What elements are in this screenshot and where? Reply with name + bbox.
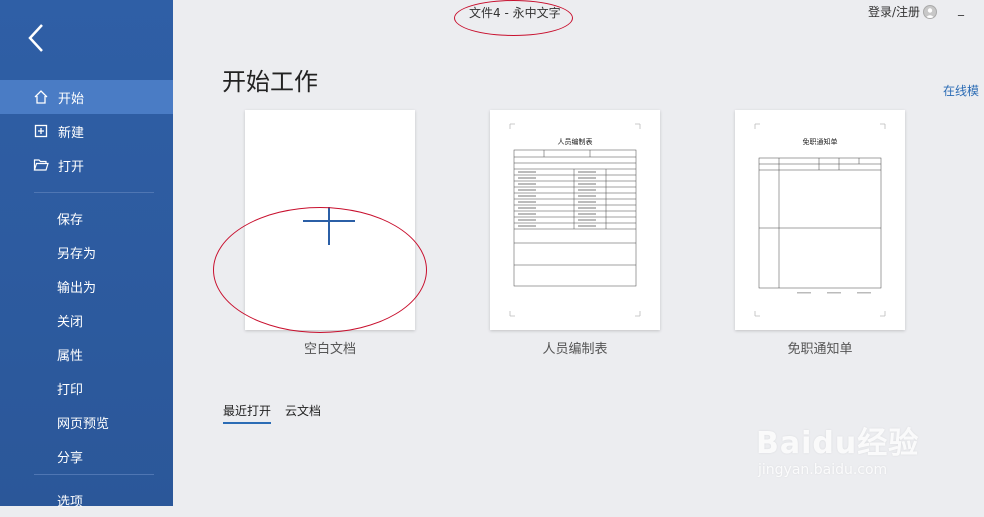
window-title: 文件4 - 永中文字 <box>469 6 561 20</box>
document-thumbnail: 人员编制表 <box>509 123 641 317</box>
plus-icon <box>303 207 355 245</box>
doc-title: 人员编制表 <box>558 137 593 146</box>
sidebar-item-label: 另存为 <box>57 246 97 262</box>
sidebar-item-options[interactable]: 选项 <box>0 483 230 517</box>
template-card-staffing-table[interactable]: 人员编制表 <box>490 110 660 330</box>
sidebar-item-label: 网页预览 <box>57 416 110 432</box>
watermark-brand: Baidu经验 <box>756 426 920 461</box>
back-arrow-icon[interactable] <box>22 20 54 56</box>
template-label: 人员编制表 <box>542 342 608 357</box>
sidebar-item-start[interactable]: 开始 <box>0 80 173 114</box>
sidebar-item-label: 开始 <box>58 91 85 107</box>
document-thumbnail: 免职通知单 <box>754 123 886 317</box>
sidebar-item-label: 打开 <box>58 159 85 175</box>
sidebar-item-label: 保存 <box>57 212 84 228</box>
sidebar-item-export[interactable]: 输出为 <box>0 269 230 303</box>
sidebar-item-print[interactable]: 打印 <box>0 371 230 405</box>
sidebar-item-label: 分享 <box>57 450 84 466</box>
tab-cloud-docs[interactable]: 云文档 <box>285 402 321 424</box>
sidebar-item-save-as[interactable]: 另存为 <box>0 235 230 269</box>
watermark: Baidu经验 jingyan.baidu.com <box>756 418 919 478</box>
tab-recent[interactable]: 最近打开 <box>223 402 272 424</box>
template-card-blank[interactable] <box>245 110 415 330</box>
template-card-dismissal-notice[interactable]: 免职通知单 <box>735 110 905 330</box>
sidebar-item-new[interactable]: 新建 <box>0 114 173 148</box>
sidebar: 开始 新建 打开 保存 另存为 输出为 关闭 属性 打印 网页预览 分享 选项 <box>0 0 173 510</box>
template-label: 免职通知单 <box>787 342 853 357</box>
sidebar-item-label: 属性 <box>57 348 84 364</box>
online-templates-link[interactable]: 在线模 <box>943 82 979 99</box>
sidebar-item-label: 关闭 <box>57 314 84 330</box>
recent-tabs: 最近打开 云文档 <box>223 402 321 424</box>
new-file-icon <box>32 122 50 140</box>
doc-title: 免职通知单 <box>803 137 838 146</box>
watermark-url: jingyan.baidu.com <box>758 462 888 478</box>
sidebar-item-open[interactable]: 打开 <box>0 148 173 182</box>
page-title: 开始工作 <box>222 68 318 96</box>
folder-open-icon <box>32 156 50 174</box>
sidebar-divider <box>34 192 154 193</box>
sidebar-item-save[interactable]: 保存 <box>0 201 230 235</box>
sidebar-item-label: 选项 <box>57 494 84 510</box>
login-label: 登录/注册 <box>868 5 921 19</box>
sidebar-item-share[interactable]: 分享 <box>0 439 230 473</box>
login-button[interactable]: 登录/注册 <box>868 3 938 20</box>
sidebar-item-close[interactable]: 关闭 <box>0 303 230 337</box>
sidebar-divider <box>34 474 154 475</box>
minimize-button[interactable]: _ <box>958 2 972 18</box>
template-label: 空白文档 <box>303 342 356 357</box>
home-icon <box>32 88 50 106</box>
sidebar-item-properties[interactable]: 属性 <box>0 337 230 371</box>
sidebar-item-label: 新建 <box>58 125 85 141</box>
sidebar-item-web-preview[interactable]: 网页预览 <box>0 405 230 439</box>
avatar-icon <box>923 4 938 19</box>
sidebar-item-label: 打印 <box>57 382 84 398</box>
sidebar-item-label: 输出为 <box>57 280 97 296</box>
